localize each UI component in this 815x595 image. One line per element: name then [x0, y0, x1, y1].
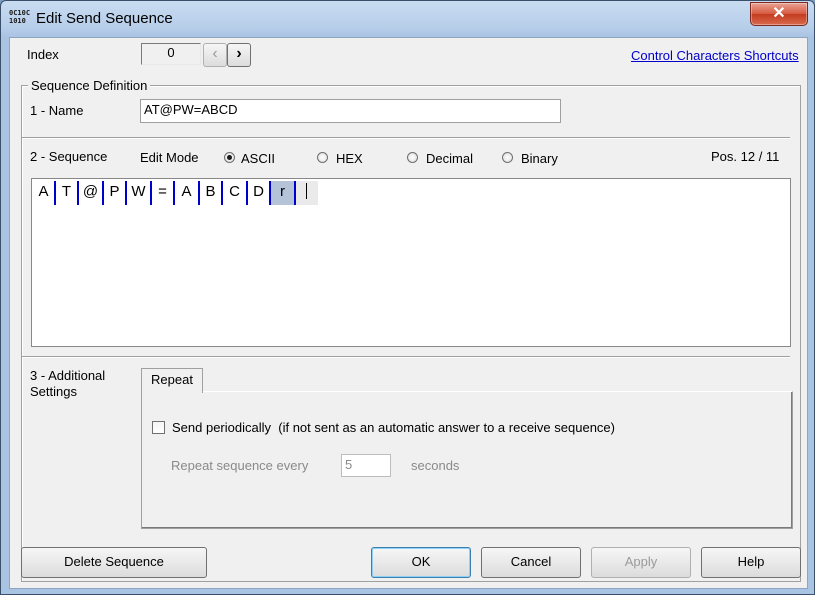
- title-bar[interactable]: 0C10C 1010 Edit Send Sequence ✕: [1, 1, 814, 37]
- caret-bar: [306, 183, 307, 199]
- send-periodically-text: Send periodically: [172, 420, 272, 435]
- send-periodically-checkbox[interactable]: [152, 421, 165, 434]
- cancel-button[interactable]: Cancel: [481, 547, 581, 578]
- index-next-button[interactable]: ›: [227, 43, 251, 67]
- send-periodically-note: (if not sent as an automatic answer to a…: [278, 420, 615, 435]
- radio-hex[interactable]: [317, 152, 328, 163]
- sequence-char-cell[interactable]: P: [104, 181, 127, 205]
- help-button[interactable]: Help: [701, 547, 801, 578]
- sequence-char-cell[interactable]: C: [223, 181, 248, 205]
- divider: [22, 356, 790, 358]
- ok-button[interactable]: OK: [371, 547, 471, 578]
- sequence-char-cell[interactable]: @: [79, 181, 104, 205]
- repeat-unit-label: seconds: [411, 458, 460, 473]
- radio-decimal-label[interactable]: Decimal: [426, 151, 473, 166]
- index-prev-button[interactable]: ‹: [203, 43, 227, 67]
- app-icon: 0C10C 1010: [9, 9, 31, 25]
- close-icon: ✕: [772, 5, 786, 22]
- repeat-sequence-label: Repeat sequence every: [171, 458, 309, 473]
- radio-ascii[interactable]: [224, 152, 235, 163]
- radio-ascii-label[interactable]: ASCII: [241, 151, 275, 166]
- sequence-char-cell[interactable]: D: [248, 181, 271, 205]
- sequence-char-cell[interactable]: =: [152, 181, 175, 205]
- name-label: 1 - Name: [30, 103, 84, 118]
- index-label: Index: [27, 47, 59, 62]
- close-button[interactable]: ✕: [750, 2, 808, 26]
- name-input[interactable]: AT@PW=ABCD: [140, 99, 561, 123]
- edit-mode-label: Edit Mode: [140, 150, 199, 165]
- radio-decimal[interactable]: [407, 152, 418, 163]
- sequence-char-cell[interactable]: A: [175, 181, 200, 205]
- sequence-char-cell[interactable]: r: [271, 181, 296, 205]
- app-icon-line-2: 1010: [9, 17, 26, 25]
- additional-settings-label: 3 - Additional Settings: [30, 368, 106, 399]
- repeat-interval-input[interactable]: 5: [341, 454, 391, 477]
- window-title: Edit Send Sequence: [36, 10, 173, 27]
- delete-sequence-button[interactable]: Delete Sequence: [21, 547, 207, 578]
- text-caret: [296, 181, 318, 205]
- sequence-char-cell[interactable]: T: [56, 181, 79, 205]
- radio-hex-label[interactable]: HEX: [336, 151, 363, 166]
- radio-binary-label[interactable]: Binary: [521, 151, 558, 166]
- control-characters-shortcuts-link[interactable]: Control Characters Shortcuts: [631, 48, 799, 63]
- sequence-editor[interactable]: A T @ P W = A B C Dr: [31, 178, 791, 347]
- index-value: 0: [141, 43, 201, 65]
- chevron-left-icon: ‹: [212, 45, 218, 62]
- position-indicator: Pos. 12 / 11: [711, 149, 780, 164]
- sequence-definition-title: Sequence Definition: [28, 78, 151, 93]
- chevron-right-icon: ›: [236, 45, 242, 62]
- send-periodically-label[interactable]: Send periodically (if not sent as an aut…: [172, 420, 615, 435]
- divider: [22, 137, 790, 139]
- sequence-char-cell[interactable]: A: [33, 181, 56, 205]
- sequence-char-cell[interactable]: B: [200, 181, 223, 205]
- sequence-char-cell[interactable]: W: [127, 181, 152, 205]
- sequence-label: 2 - Sequence: [30, 149, 108, 164]
- apply-button[interactable]: Apply: [591, 547, 691, 578]
- dialog-client-area: Index 0 ‹ › Control Characters Shortcuts…: [9, 37, 808, 589]
- tab-repeat[interactable]: Repeat: [141, 368, 203, 393]
- app-icon-line-1: 0C10C: [9, 9, 31, 17]
- radio-binary[interactable]: [502, 152, 513, 163]
- dialog-window: 0C10C 1010 Edit Send Sequence ✕ Index 0 …: [0, 0, 815, 595]
